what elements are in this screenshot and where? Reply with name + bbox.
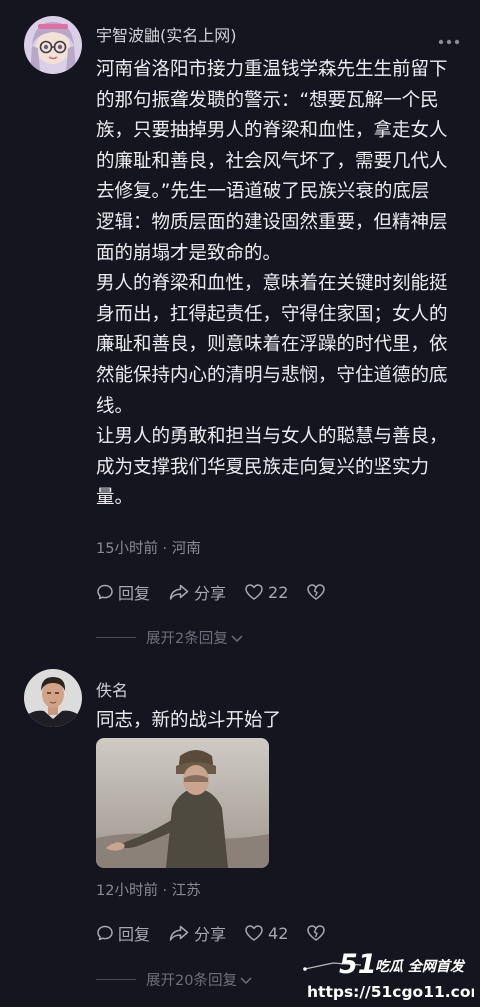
divider-line [96, 979, 136, 980]
watermark-logo-number: 51 [339, 949, 377, 980]
heart-icon [245, 925, 263, 941]
expand-replies-button[interactable]: 展开20条回复 [96, 969, 253, 990]
expand-replies-label: 展开20条回复 [146, 973, 237, 989]
comment-actions: 回复 分享 42 [96, 921, 348, 945]
like-button[interactable]: 42 [244, 924, 288, 943]
watermark-icon: 51 吃瓜 全网首发 https://51cgo11.com [303, 949, 480, 1001]
comment-meta: 12小时前 · 江苏 [96, 883, 201, 899]
share-label: 分享 [194, 925, 227, 944]
watermark-tagline: 吃瓜 全网首发 [375, 958, 466, 975]
comment-text: 同志，新的战斗开始了 [96, 706, 462, 737]
reply-label: 回复 [118, 925, 151, 944]
comment-image[interactable] [96, 738, 269, 868]
avatar[interactable] [24, 669, 82, 727]
chevron-down-icon [240, 976, 252, 984]
man-portrait-avatar-icon [24, 669, 82, 727]
soldier-reaching-hand-image-icon [96, 738, 269, 868]
share-arrow-icon [169, 925, 189, 941]
broken-heart-icon [307, 925, 326, 941]
watermark-logo: 51 吃瓜 全网首发 https://51cgo11.com [299, 943, 480, 1003]
comment-item: 佚名 同志，新的战斗开始了 12小时前 · 江苏 回复 分享 42 展开20条回… [0, 0, 480, 1007]
like-count: 42 [268, 923, 289, 943]
comment-author[interactable]: 佚名 [96, 677, 128, 701]
reply-button[interactable]: 回复 [96, 921, 150, 945]
reply-bubble-icon [97, 925, 113, 941]
share-button[interactable]: 分享 [168, 921, 226, 945]
watermark-url: https://51cgo11.com [307, 983, 474, 1001]
dislike-button[interactable] [306, 924, 330, 942]
comment-paragraph: 同志，新的战斗开始了 [96, 710, 282, 731]
